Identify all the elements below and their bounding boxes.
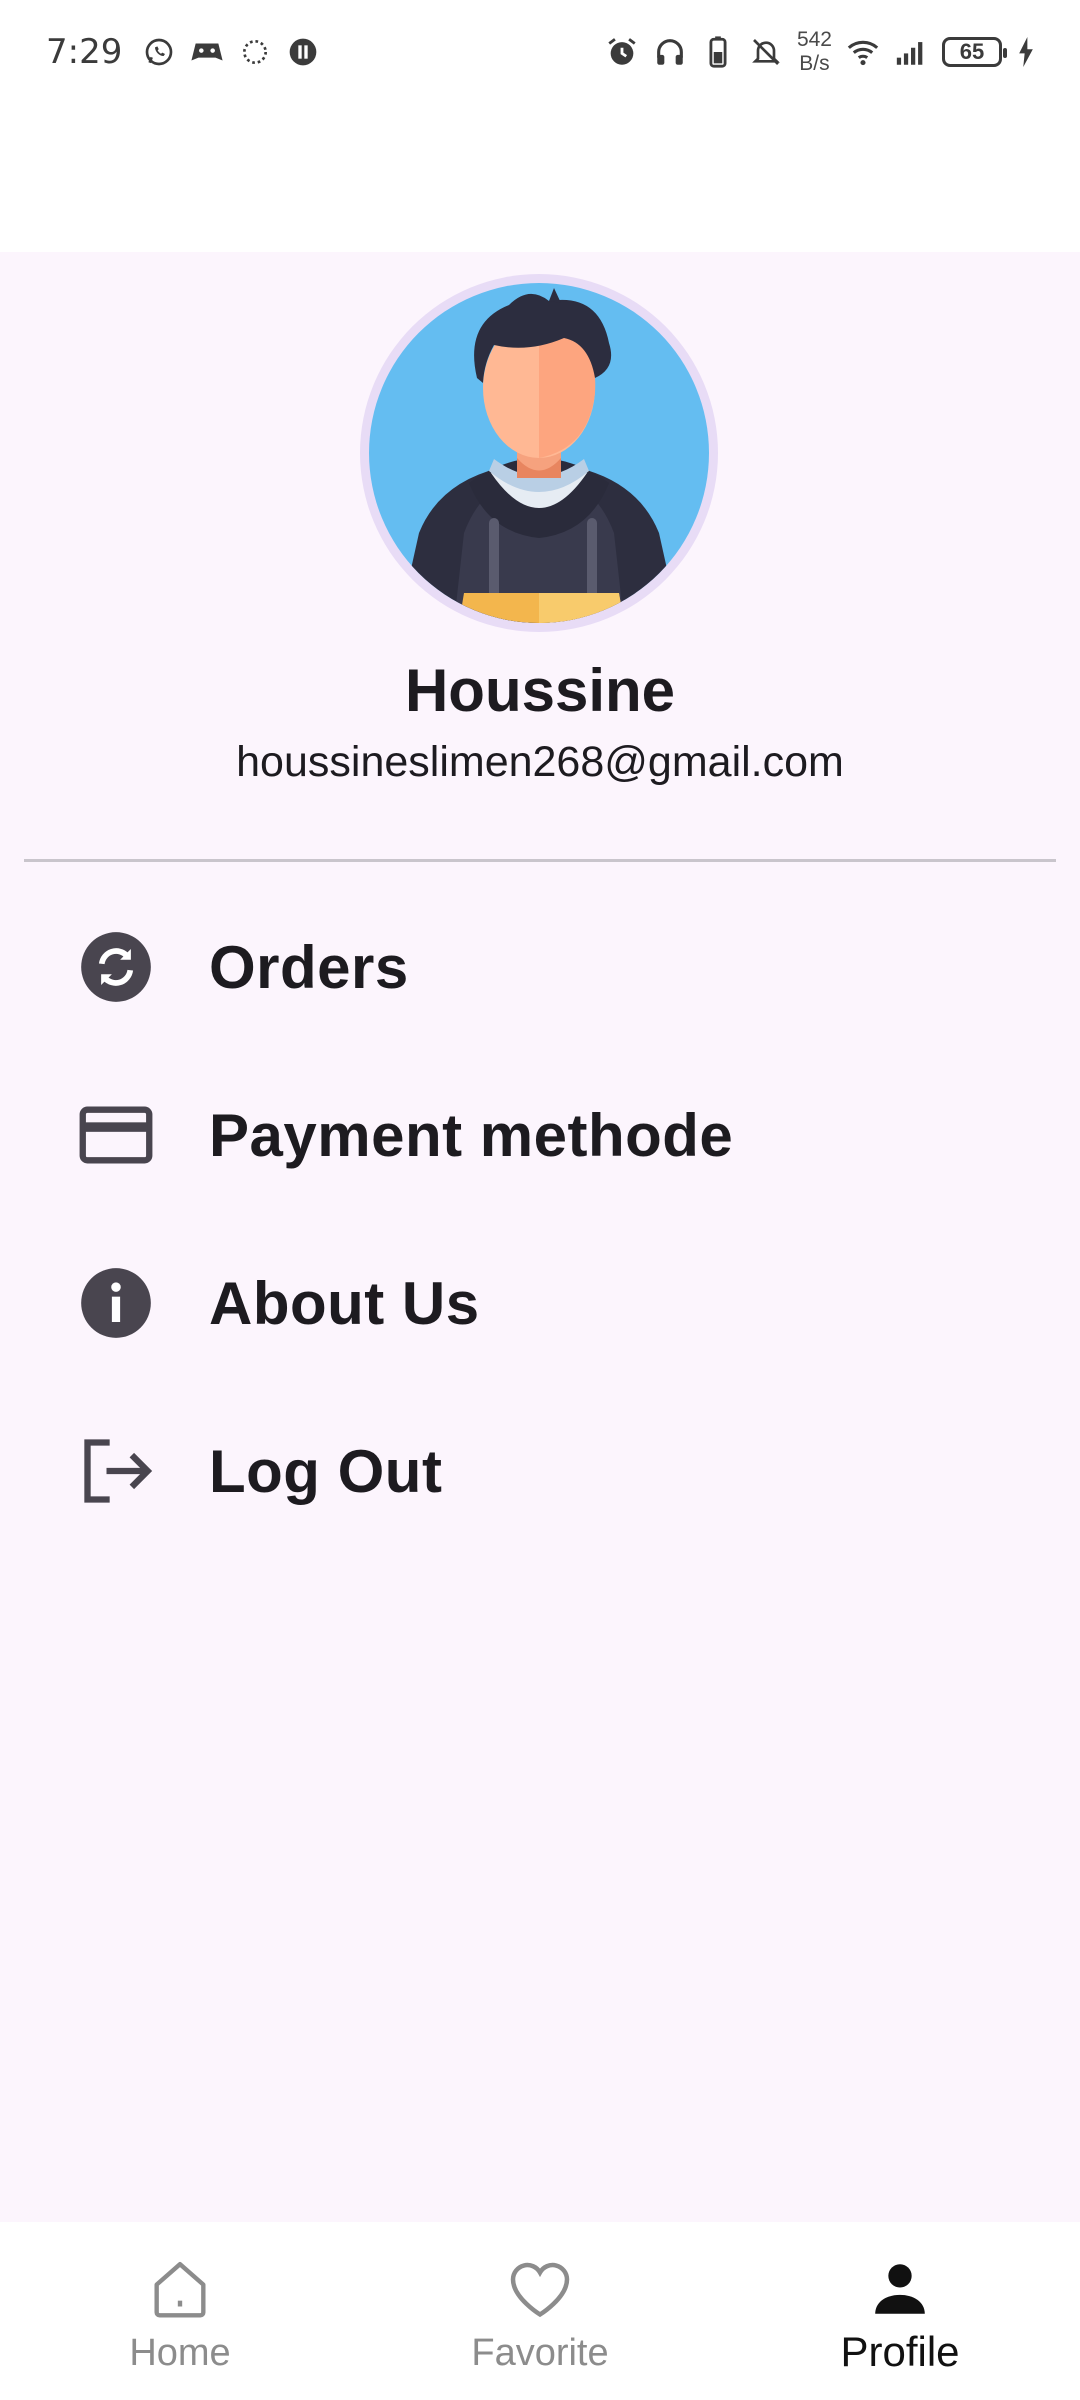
- menu-item-logout[interactable]: Log Out: [0, 1396, 1080, 1546]
- mute-icon: [749, 35, 783, 69]
- menu-label-about: About Us: [209, 1269, 480, 1337]
- status-time: 7:29: [46, 32, 123, 72]
- battery-indicator: 65: [942, 37, 1007, 67]
- nav-item-profile[interactable]: Profile: [720, 2222, 1080, 2400]
- net-speed-value: 542: [796, 28, 832, 51]
- charging-icon: [1016, 35, 1036, 69]
- menu-label-orders: Orders: [209, 933, 409, 1001]
- headphones-icon: [653, 35, 687, 69]
- whatsapp-icon: [142, 35, 176, 69]
- menu-label-payment: Payment methode: [209, 1101, 734, 1169]
- avatar-illustration: [369, 283, 709, 623]
- loading-icon: [238, 35, 272, 69]
- person-icon: [863, 2252, 937, 2326]
- menu-item-about[interactable]: About Us: [0, 1228, 1080, 1378]
- wifi-icon: [846, 35, 880, 69]
- avatar: [360, 274, 718, 632]
- pause-icon: [286, 35, 320, 69]
- home-icon: [143, 2252, 217, 2326]
- alarm-icon: [605, 35, 639, 69]
- net-speed: 542 B/s: [797, 28, 832, 76]
- heart-icon: [503, 2252, 577, 2326]
- logout-icon: [78, 1433, 154, 1509]
- nav-item-favorite[interactable]: Favorite: [360, 2222, 720, 2400]
- menu-label-logout: Log Out: [209, 1437, 443, 1505]
- profile-content: Houssine houssineslimen268@gmail.com Ord…: [0, 252, 1080, 2222]
- info-circle-icon: [78, 1265, 154, 1341]
- battery-saver-icon: [701, 35, 735, 69]
- nav-item-home[interactable]: Home: [0, 2222, 360, 2400]
- credit-card-icon: [78, 1097, 154, 1173]
- game-icon: [190, 35, 224, 69]
- status-right: 542 B/s 65: [605, 28, 1036, 76]
- status-bar: 7:29 542 B/s 65: [0, 0, 1080, 104]
- profile-name: Houssine: [404, 657, 676, 724]
- profile-email: houssineslimen268@gmail.com: [236, 738, 844, 786]
- status-left: 7:29: [46, 32, 320, 72]
- signal-icon: [894, 35, 928, 69]
- net-speed-unit: B/s: [799, 52, 830, 75]
- menu-item-payment[interactable]: Payment methode: [0, 1060, 1080, 1210]
- divider: [24, 859, 1056, 862]
- menu-item-orders[interactable]: Orders: [0, 892, 1080, 1042]
- nav-label-home: Home: [129, 2332, 231, 2374]
- nav-label-favorite: Favorite: [471, 2332, 609, 2374]
- bottom-nav: Home Favorite Profile: [0, 2222, 1080, 2400]
- sync-circle-icon: [78, 929, 154, 1005]
- nav-label-profile: Profile: [840, 2328, 960, 2375]
